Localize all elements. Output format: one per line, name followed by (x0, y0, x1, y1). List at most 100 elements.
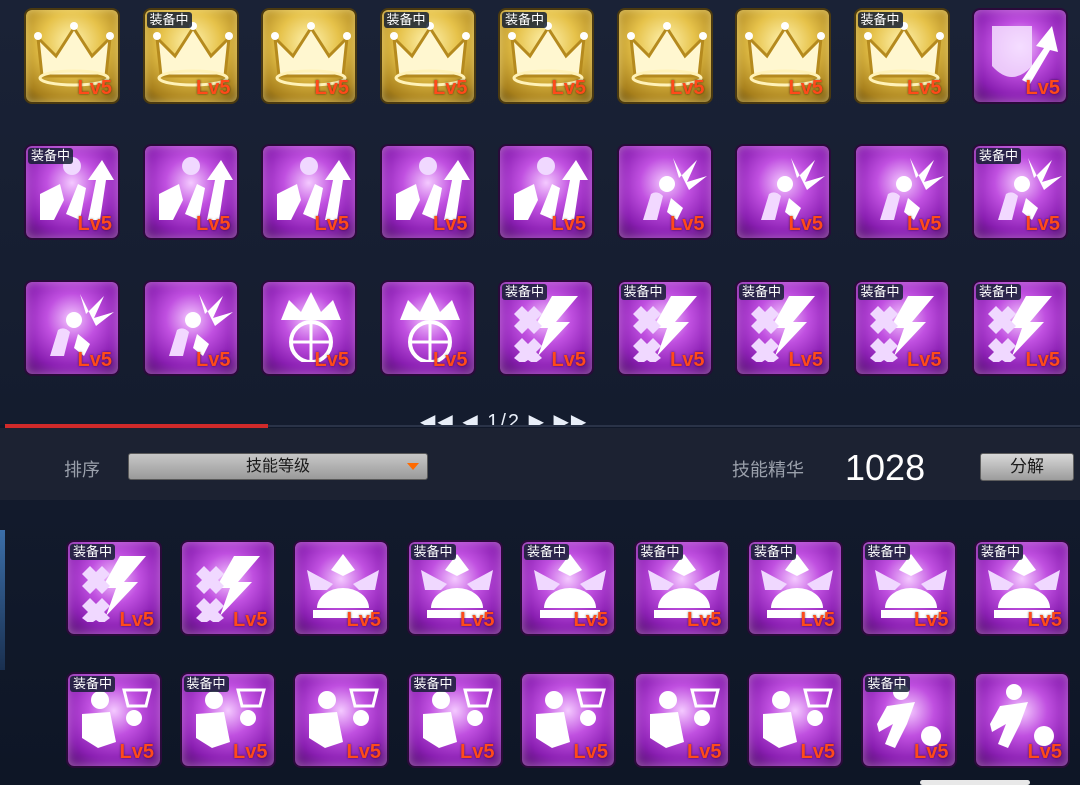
skill-card[interactable]: 装备中 Lv5 (860, 540, 957, 636)
skill-level-label: Lv5 (233, 609, 268, 631)
side-scroll-tab (0, 530, 5, 670)
skill-card[interactable]: 装备中 Lv5 (406, 540, 503, 636)
skill-level-label: Lv5 (788, 213, 823, 235)
home-indicator (920, 780, 1030, 785)
skill-card[interactable]: 装备中 Lv5 (406, 672, 503, 768)
skill-card[interactable]: 装备中 Lv5 (853, 8, 950, 104)
skill-level-label: Lv5 (788, 77, 823, 99)
skill-level-label: Lv5 (551, 349, 586, 371)
skill-card[interactable]: 装备中 Lv5 (860, 672, 957, 768)
equipped-badge: 装备中 (183, 676, 229, 692)
pagination[interactable]: ◀◀ ◀ 1/2 ▶ ▶▶ (0, 405, 1080, 425)
equipped-badge: 装备中 (70, 544, 116, 560)
skill-card[interactable]: 装备中 Lv5 (498, 280, 594, 376)
skill-level-label: Lv5 (346, 741, 381, 763)
sort-dropdown-value: 技能等级 (245, 458, 310, 475)
skill-card[interactable]: 装备中 Lv5 (142, 8, 239, 104)
skill-card[interactable]: Lv5 (142, 144, 239, 240)
skill-card[interactable]: 装备中 Lv5 (66, 540, 162, 636)
skill-level-label: Lv5 (1025, 213, 1060, 235)
skill-level-label: Lv5 (551, 77, 586, 99)
skill-card[interactable]: Lv5 (179, 540, 276, 636)
skill-card[interactable]: 装备中 Lv5 (972, 144, 1068, 240)
skill-card[interactable]: 装备中 Lv5 (974, 540, 1070, 636)
skill-level-label: Lv5 (119, 609, 154, 631)
equipped-badge: 装备中 (383, 12, 429, 28)
skill-card[interactable]: Lv5 (261, 144, 357, 240)
skill-level-label: Lv5 (77, 349, 112, 371)
equipped-badge: 装备中 (146, 12, 192, 28)
skill-card[interactable]: Lv5 (974, 672, 1070, 768)
skill-card[interactable]: Lv5 (520, 672, 616, 768)
skill-level-label: Lv5 (914, 741, 949, 763)
skill-card[interactable]: Lv5 (24, 280, 120, 376)
skill-card[interactable]: 装备中 Lv5 (616, 280, 713, 376)
skill-level-label: Lv5 (119, 741, 154, 763)
equipped-badge: 装备中 (524, 544, 570, 560)
skill-card[interactable]: Lv5 (293, 540, 389, 636)
skill-card[interactable]: 装备中 Lv5 (747, 540, 843, 636)
skill-card[interactable]: 装备中 Lv5 (520, 540, 616, 636)
skill-level-label: Lv5 (551, 213, 586, 235)
skill-level-label: Lv5 (1025, 77, 1060, 99)
skill-card[interactable]: 装备中 Lv5 (853, 280, 950, 376)
equipped-badge: 装备中 (751, 544, 797, 560)
skill-level-label: Lv5 (233, 741, 268, 763)
skill-level-label: Lv5 (460, 609, 495, 631)
skill-card[interactable]: 装备中 Lv5 (633, 540, 730, 636)
skill-card[interactable]: Lv5 (853, 144, 950, 240)
skill-card[interactable]: Lv5 (735, 144, 831, 240)
skill-level-label: Lv5 (346, 609, 381, 631)
skill-essence-label: 技能精华 (732, 460, 804, 480)
skill-level-label: Lv5 (196, 213, 231, 235)
equipped-badge: 装备中 (410, 544, 456, 560)
divider (268, 425, 1080, 427)
equipped-badge: 装备中 (410, 676, 456, 692)
skill-level-label: Lv5 (314, 213, 349, 235)
sort-dropdown[interactable]: 技能等级 (128, 453, 428, 480)
skill-level-label: Lv5 (77, 213, 112, 235)
skill-level-label: Lv5 (77, 77, 112, 99)
skill-card[interactable]: Lv5 (498, 144, 594, 240)
decompose-button[interactable]: 分解 (980, 453, 1074, 481)
skill-card[interactable]: Lv5 (616, 8, 713, 104)
skill-level-label: Lv5 (433, 213, 468, 235)
skill-card[interactable]: Lv5 (735, 8, 831, 104)
bottom-grid-row-2: 装备中 Lv5 装备中 Lv5 Lv5 装备中 Lv5 Lv5 Lv5 Lv5 装备中 Lv5 Lv5 (0, 672, 1080, 772)
skill-essence-value: 1028 (845, 447, 926, 488)
skill-level-label: Lv5 (800, 609, 835, 631)
equipped-badge: 装备中 (502, 284, 548, 300)
skill-card[interactable]: Lv5 (142, 280, 239, 376)
skill-card[interactable]: 装备中 Lv5 (498, 8, 594, 104)
equipped-badge: 装备中 (864, 676, 910, 692)
skill-level-label: Lv5 (433, 349, 468, 371)
skill-card[interactable]: Lv5 (261, 8, 357, 104)
skill-card[interactable]: Lv5 (972, 8, 1068, 104)
pagination-text[interactable]: ◀◀ ◀ 1/2 ▶ ▶▶ (420, 409, 588, 425)
skill-level-label: Lv5 (314, 349, 349, 371)
skill-card[interactable]: 装备中 Lv5 (972, 280, 1068, 376)
skill-level-label: Lv5 (573, 609, 608, 631)
skill-card[interactable]: Lv5 (379, 280, 476, 376)
skill-card[interactable]: Lv5 (616, 144, 713, 240)
skill-card[interactable]: 装备中 Lv5 (179, 672, 276, 768)
skill-level-label: Lv5 (314, 77, 349, 99)
skill-card[interactable]: 装备中 Lv5 (24, 144, 120, 240)
skill-card[interactable]: 装备中 Lv5 (379, 8, 476, 104)
skill-level-label: Lv5 (907, 349, 942, 371)
skill-level-label: Lv5 (460, 741, 495, 763)
equipped-badge: 装备中 (978, 544, 1024, 560)
skill-level-label: Lv5 (1027, 741, 1062, 763)
skill-card[interactable]: Lv5 (293, 672, 389, 768)
skill-card[interactable]: Lv5 (747, 672, 843, 768)
skill-level-label: Lv5 (687, 609, 722, 631)
skill-card[interactable]: 装备中 Lv5 (735, 280, 831, 376)
skill-card[interactable]: Lv5 (24, 8, 120, 104)
skill-card[interactable]: 装备中 Lv5 (66, 672, 162, 768)
skill-level-label: Lv5 (800, 741, 835, 763)
skill-level-label: Lv5 (1027, 609, 1062, 631)
skill-card[interactable]: Lv5 (379, 144, 476, 240)
equipped-badge: 装备中 (637, 544, 683, 560)
skill-card[interactable]: Lv5 (633, 672, 730, 768)
skill-card[interactable]: Lv5 (261, 280, 357, 376)
